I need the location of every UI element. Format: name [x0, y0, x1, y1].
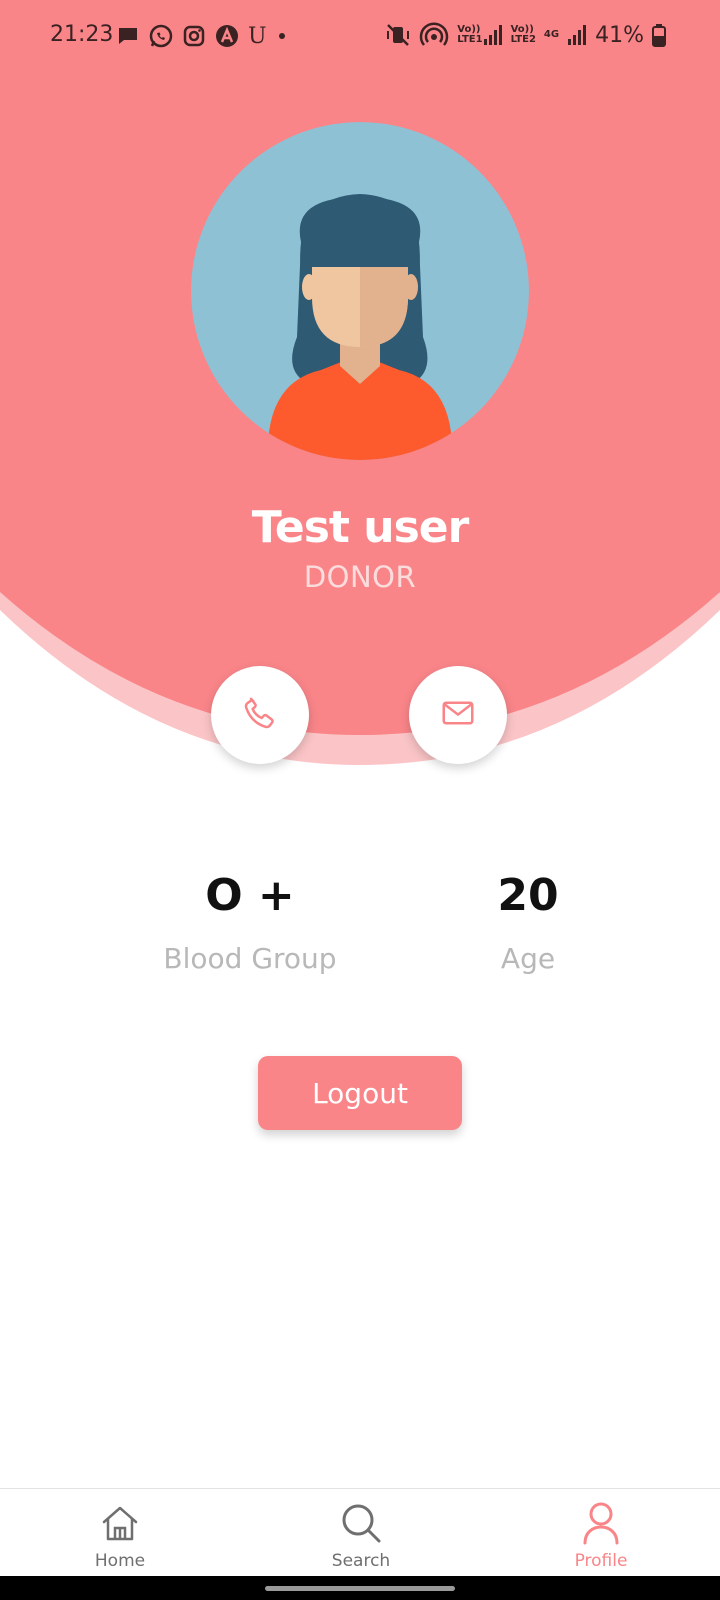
network-type-label: 4G — [543, 29, 560, 40]
status-time: 21:23 — [50, 22, 114, 47]
system-navigation-bar — [0, 1576, 720, 1600]
4g-data-icon: 4G — [544, 30, 559, 40]
call-button[interactable] — [211, 666, 309, 764]
volte-lte1-signal-icon: Vo)) LTE1 — [457, 24, 502, 46]
lte2-label: LTE2 — [510, 34, 536, 45]
nav-item-search[interactable]: Search — [281, 1489, 441, 1577]
nav-label-profile: Profile — [574, 1551, 628, 1571]
blood-group-value: O + — [205, 870, 295, 921]
avatar — [191, 122, 529, 460]
vibrate-mute-icon — [385, 22, 411, 48]
app-u-icon: U — [248, 23, 267, 49]
profile-role: DONOR — [303, 560, 417, 594]
age-value: 20 — [497, 870, 559, 921]
hotspot-icon — [419, 20, 449, 50]
home-icon — [100, 1499, 140, 1547]
instagram-icon — [182, 24, 206, 48]
volte-lte2-signal-icon: Vo)) LTE2 — [511, 25, 536, 45]
app-a-icon — [214, 23, 240, 49]
dot-icon — [275, 29, 289, 43]
status-bar: 21:23 U Vo)) LTE1 Vo)) LTE2 4G 41% — [0, 0, 720, 72]
signal-icon — [567, 24, 587, 46]
bottom-navigation: Home Search Profile — [0, 1488, 720, 1577]
message-icon — [116, 24, 140, 48]
mail-icon — [439, 694, 477, 737]
logout-button[interactable]: Logout — [258, 1056, 462, 1130]
system-status-icons: Vo)) LTE1 Vo)) LTE2 4G 41% — [385, 20, 666, 50]
nav-label-search: Search — [331, 1551, 391, 1571]
nav-item-profile[interactable]: Profile — [521, 1489, 681, 1577]
battery-percent: 41% — [595, 22, 644, 48]
search-icon — [340, 1499, 382, 1547]
profile-name: Test user — [251, 502, 470, 553]
user-icon — [581, 1499, 621, 1547]
blood-group-label: Blood Group — [163, 942, 337, 975]
whatsapp-icon — [148, 23, 174, 49]
lte1-label: LTE1 — [457, 34, 483, 45]
phone-icon — [240, 693, 280, 738]
home-indicator[interactable] — [265, 1586, 455, 1591]
nav-label-home: Home — [94, 1551, 146, 1571]
notification-icons: U — [116, 22, 289, 50]
email-button[interactable] — [409, 666, 507, 764]
battery-icon — [652, 23, 666, 47]
nav-item-home[interactable]: Home — [40, 1489, 200, 1577]
age-label: Age — [500, 942, 556, 975]
